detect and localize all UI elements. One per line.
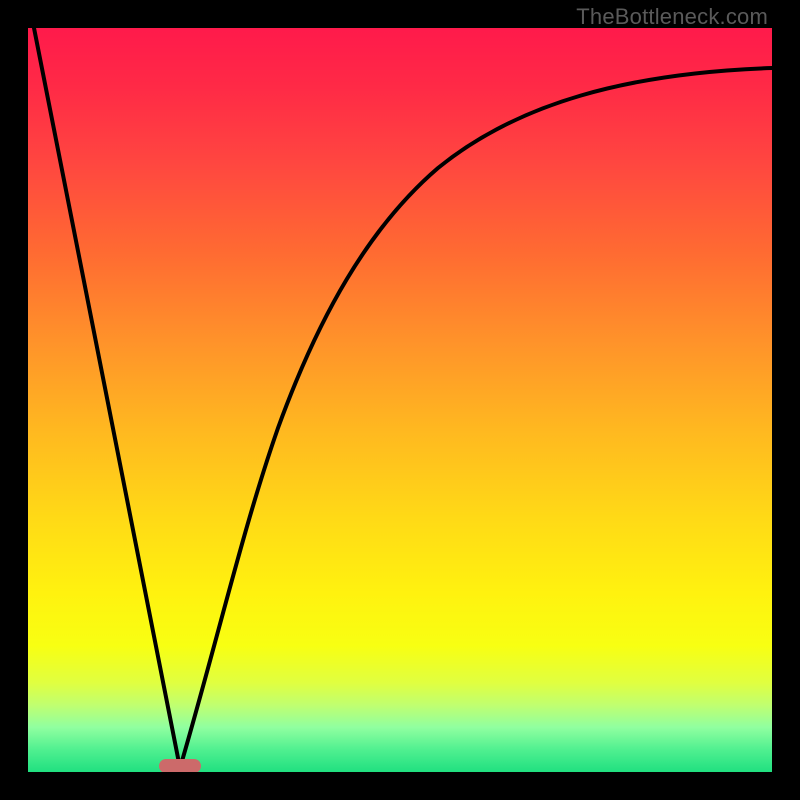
curve-right-branch xyxy=(180,68,772,768)
chart-frame: TheBottleneck.com xyxy=(0,0,800,800)
curve-layer xyxy=(28,28,772,772)
curve-left-branch xyxy=(34,28,180,768)
plot-area xyxy=(28,28,772,772)
optimal-marker xyxy=(159,759,201,772)
watermark-text: TheBottleneck.com xyxy=(576,4,768,30)
